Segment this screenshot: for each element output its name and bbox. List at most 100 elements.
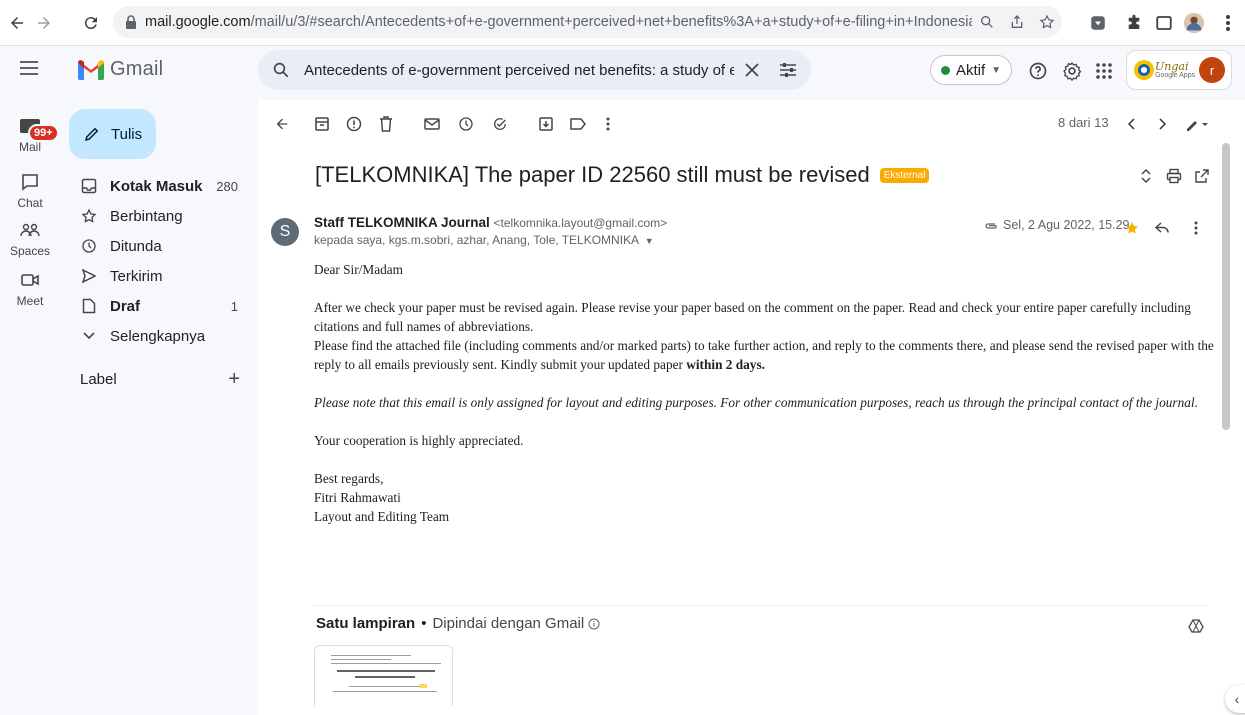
signature-line: Layout and Editing Team	[314, 509, 450, 524]
sidepanel-icon[interactable]	[1152, 11, 1176, 35]
add-to-drive-icon[interactable]	[1186, 616, 1206, 636]
attachment-thumbnail[interactable]	[314, 645, 453, 706]
expand-all-icon[interactable]	[1136, 166, 1156, 186]
print-icon[interactable]	[1164, 166, 1184, 186]
move-to-icon[interactable]	[536, 114, 556, 134]
delete-icon[interactable]	[376, 114, 396, 134]
send-icon	[80, 269, 98, 283]
side-panel-toggle-icon[interactable]: ‹	[1225, 685, 1245, 713]
search-bar[interactable]	[258, 50, 811, 90]
attachment-clip-icon	[984, 220, 998, 230]
label-icon[interactable]	[568, 114, 588, 134]
account-avatar[interactable]: r	[1199, 57, 1225, 83]
search-options-icon[interactable]	[770, 62, 806, 78]
compose-label: Tulis	[111, 125, 143, 143]
draft-icon	[80, 298, 98, 314]
extension-icon[interactable]	[1086, 11, 1110, 35]
status-dot	[941, 65, 950, 75]
star-filled-icon[interactable]	[1122, 218, 1142, 238]
sender-name[interactable]: Staff TELKOMNIKA Journal	[314, 215, 490, 230]
add-task-icon[interactable]	[490, 114, 510, 134]
older-chevron-icon[interactable]	[1152, 114, 1172, 134]
snooze-icon[interactable]	[456, 114, 476, 134]
sender-avatar[interactable]: S	[271, 218, 299, 246]
attachments-scan-note: Dipindai dengan Gmail	[432, 615, 585, 632]
gmail-m-icon	[78, 59, 104, 80]
add-label-icon[interactable]: +	[228, 369, 240, 389]
rail-item-chat[interactable]: Chat	[0, 170, 60, 210]
apps-grid-icon[interactable]	[1092, 59, 1116, 83]
url-text: mail.google.com/mail/u/3/#search/Anteced…	[145, 14, 972, 30]
chat-icon	[14, 170, 46, 194]
rail-label-mail: Mail	[18, 140, 41, 154]
rail-item-mail[interactable]: 99+ Mail	[0, 114, 60, 154]
mark-unread-icon[interactable]	[422, 114, 442, 134]
archive-icon[interactable]	[312, 114, 332, 134]
recipients-caret-icon[interactable]: ▼	[645, 236, 654, 246]
sidebar-item-inbox[interactable]: Kotak Masuk 280	[60, 171, 250, 201]
lock-icon	[125, 15, 137, 29]
rail-item-spaces[interactable]: Spaces	[0, 218, 60, 258]
clock-icon	[80, 238, 98, 254]
labels-title: Label	[80, 371, 117, 388]
drafts-count: 1	[230, 298, 238, 314]
sidebar-item-starred[interactable]: Berbintang	[60, 201, 250, 231]
sidebar-item-snoozed[interactable]: Ditunda	[60, 231, 250, 261]
info-icon[interactable]	[588, 618, 600, 630]
input-tools-icon[interactable]	[1182, 114, 1212, 134]
app-name: Gmail	[110, 58, 164, 80]
settings-gear-icon[interactable]	[1060, 59, 1084, 83]
reload-icon[interactable]	[80, 12, 102, 34]
newer-chevron-icon[interactable]	[1122, 114, 1142, 134]
sidebar-item-more[interactable]: Selengkapnya	[60, 321, 250, 351]
body-paragraph: Please note that this email is only assi…	[314, 395, 1198, 410]
message-more-icon[interactable]	[1186, 218, 1206, 238]
main-menu-icon[interactable]	[20, 61, 38, 75]
back-arrow-icon[interactable]	[6, 12, 28, 34]
recipients-line[interactable]: kepada saya, kgs.m.sobri, azhar, Anang, …	[314, 233, 654, 247]
sidebar: Tulis Kotak Masuk 280 Berbintang Ditunda…	[60, 100, 258, 715]
sidebar-item-label: Draf	[110, 297, 141, 315]
spaces-icon	[14, 218, 46, 242]
help-icon[interactable]	[1026, 59, 1050, 83]
clear-search-icon[interactable]	[734, 63, 770, 77]
more-vert-icon[interactable]	[598, 114, 618, 134]
status-selector[interactable]: Aktif ▼	[930, 55, 1013, 85]
rail-label-meet: Meet	[16, 294, 44, 308]
forward-arrow-icon[interactable]	[33, 12, 55, 34]
rail-label-chat: Chat	[17, 196, 43, 210]
sidebar-item-drafts[interactable]: Draf 1	[60, 291, 250, 321]
attachments-header: Satu lampiran • Dipindai dengan Gmail	[316, 615, 600, 632]
compose-button[interactable]: Tulis	[69, 109, 156, 159]
signature-line: Best regards,	[314, 471, 384, 486]
sidebar-item-label: Terkirim	[110, 267, 163, 285]
report-spam-icon[interactable]	[344, 114, 364, 134]
unread-badge: 99+	[28, 124, 59, 142]
labels-header: Label +	[80, 369, 240, 389]
account-switcher[interactable]: Ungai Google Apps r	[1126, 50, 1232, 90]
reply-icon[interactable]	[1152, 218, 1172, 238]
greeting: Dear Sir/Madam	[314, 262, 403, 277]
puzzle-icon[interactable]	[1122, 11, 1146, 35]
back-to-list-icon[interactable]	[272, 114, 292, 134]
open-new-window-icon[interactable]	[1192, 166, 1212, 186]
search-icon[interactable]	[258, 61, 304, 79]
scrollbar[interactable]	[1222, 143, 1230, 430]
body-paragraph: Please find the attached file (including…	[314, 338, 1214, 372]
zoom-icon[interactable]	[972, 7, 1002, 37]
profile-avatar-icon[interactable]	[1182, 11, 1206, 35]
search-input[interactable]	[304, 61, 734, 79]
recipients-text: kepada saya, kgs.m.sobri, azhar, Anang, …	[314, 233, 639, 247]
more-vert-icon[interactable]	[1216, 11, 1240, 35]
status-label: Aktif	[956, 61, 986, 79]
rail-item-meet[interactable]: Meet	[0, 268, 60, 308]
sidebar-item-sent[interactable]: Terkirim	[60, 261, 250, 291]
email-date: Sel, 2 Agu 2022, 15.29	[984, 218, 1130, 232]
sidebar-item-label: Selengkapnya	[110, 327, 206, 345]
gmail-logo[interactable]: Gmail	[78, 58, 163, 81]
bookmark-star-icon[interactable]	[1032, 7, 1062, 37]
pencil-icon	[83, 125, 101, 143]
address-bar[interactable]: mail.google.com/mail/u/3/#search/Anteced…	[113, 6, 1062, 38]
share-icon[interactable]	[1002, 7, 1032, 37]
meet-icon	[14, 268, 46, 292]
